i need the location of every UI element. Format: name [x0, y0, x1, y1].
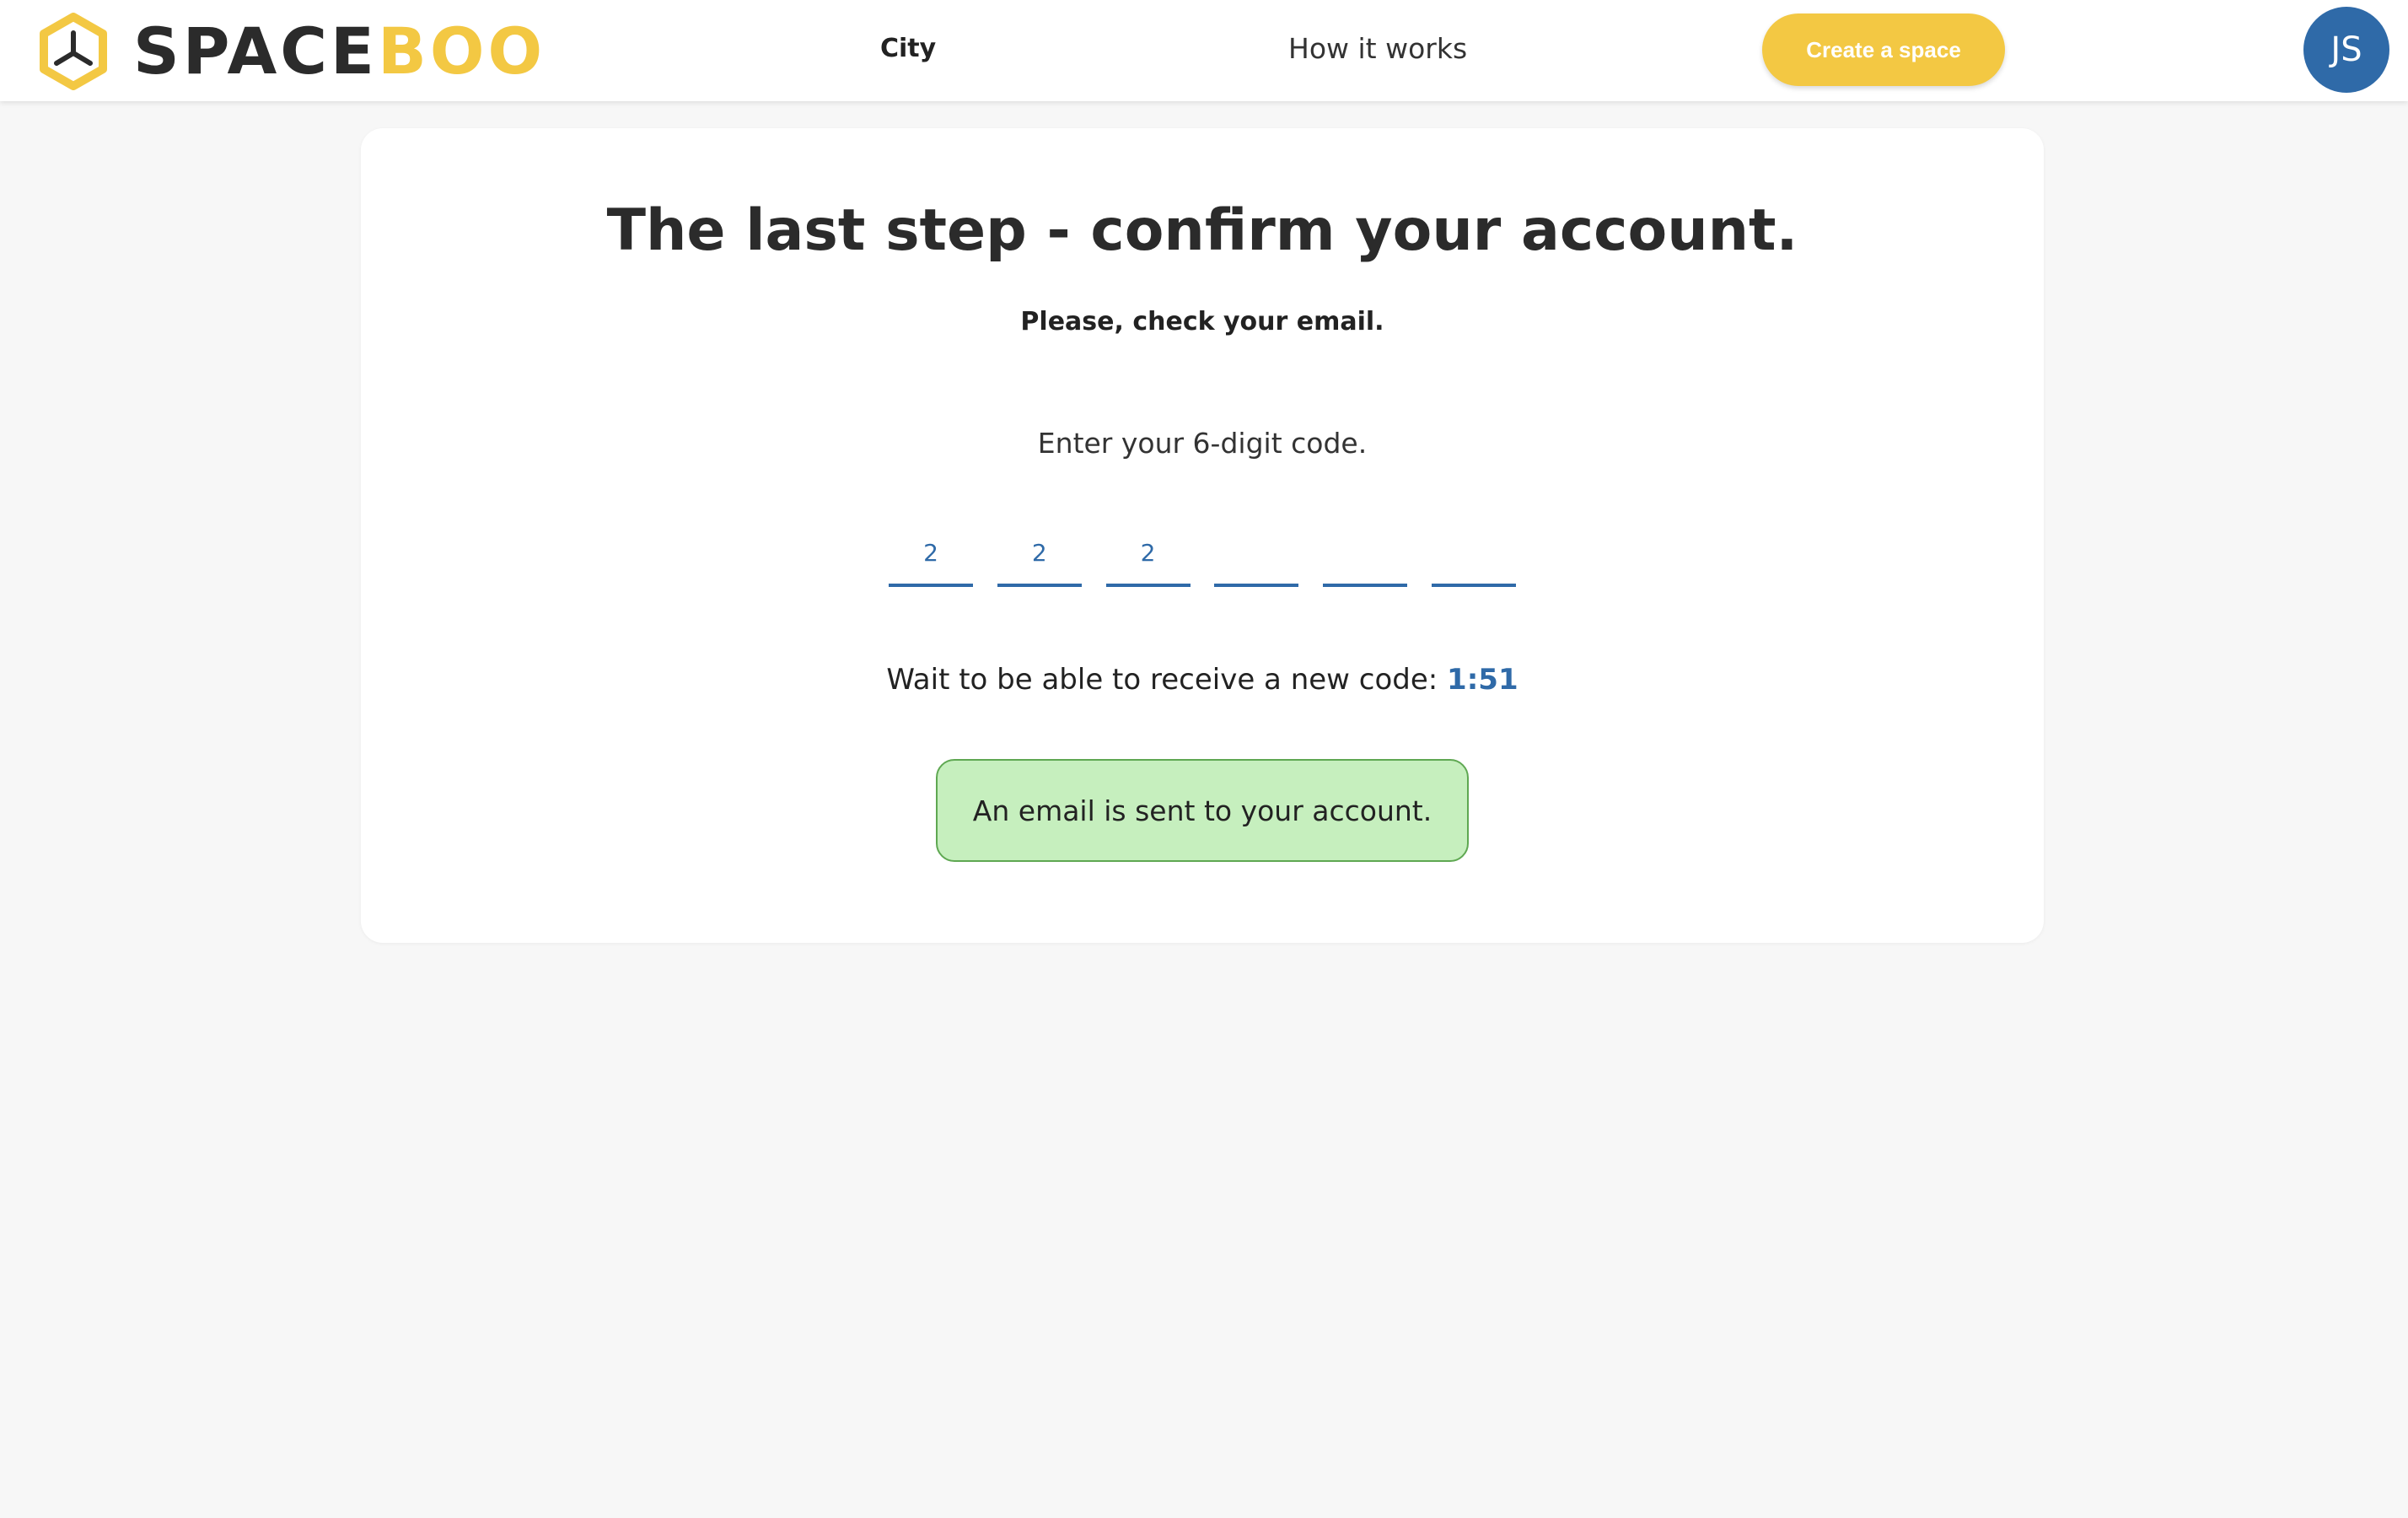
- verification-code-inputs: 2 2 2: [889, 521, 1516, 590]
- resend-timer-value: 1:51: [1447, 663, 1518, 697]
- nav-link-city[interactable]: City: [880, 34, 936, 63]
- resend-timer: Wait to be able to receive a new code: 1…: [361, 663, 2044, 697]
- create-space-button[interactable]: Create a space: [1762, 13, 2005, 86]
- top-header: SPACEBOO City How it works Create a spac…: [0, 0, 2408, 101]
- page-title: The last step - confirm your account.: [606, 197, 1798, 264]
- code-digit-6[interactable]: [1431, 521, 1516, 587]
- code-digit-2[interactable]: 2: [997, 521, 1082, 587]
- code-digit-4[interactable]: [1214, 521, 1299, 587]
- code-digit-1[interactable]: 2: [889, 521, 973, 587]
- email-sent-alert: An email is sent to your account.: [936, 759, 1469, 862]
- logo-word-gold: BOO: [377, 13, 546, 89]
- check-email-subtitle: Please, check your email.: [1020, 307, 1384, 336]
- code-digit-3[interactable]: 2: [1105, 521, 1191, 587]
- code-digit-5[interactable]: [1323, 521, 1408, 587]
- resend-timer-label: Wait to be able to receive a new code:: [886, 663, 1438, 697]
- spaceboo-logo[interactable]: SPACEBOO: [39, 12, 546, 91]
- user-avatar[interactable]: JS: [2303, 7, 2389, 93]
- confirmation-card: The last step - confirm your account. Pl…: [361, 128, 2044, 943]
- nav-link-how-it-works[interactable]: How it works: [1288, 32, 1467, 65]
- logo-word-dark: SPACE: [133, 13, 378, 89]
- hexagon-tripod-logo-icon: [40, 13, 107, 90]
- code-instruction: Enter your 6-digit code.: [1037, 427, 1368, 460]
- logo-wordmark: SPACEBOO: [133, 19, 546, 83]
